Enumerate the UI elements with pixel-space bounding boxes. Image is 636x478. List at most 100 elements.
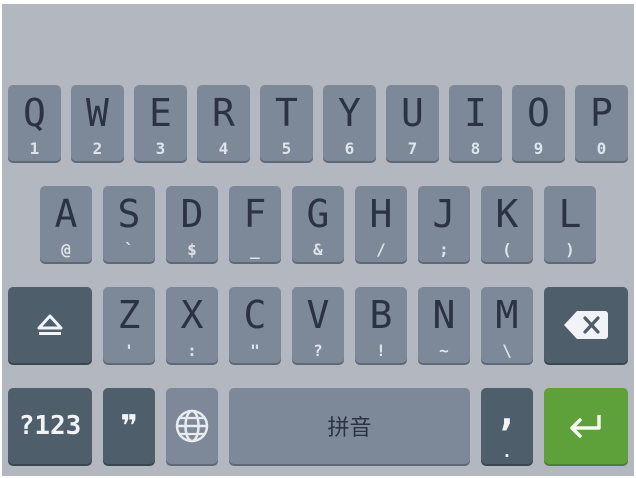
key-sub-label: 9 [533, 139, 544, 158]
key-r[interactable]: R 4 [197, 85, 250, 161]
key-main-label: R [212, 91, 235, 135]
symbols-key[interactable]: ?123 [8, 388, 92, 464]
key-main-label: E [149, 91, 172, 135]
key-main-label: D [180, 192, 204, 236]
quote-label: ❞ [120, 408, 138, 444]
key-main-label: K [495, 192, 519, 236]
key-y[interactable]: Y 6 [323, 85, 376, 161]
key-main-label: , [495, 390, 519, 434]
key-main-label: J [432, 192, 456, 236]
key-p[interactable]: P 0 [575, 85, 628, 161]
key-c[interactable]: C " [229, 287, 281, 363]
key-sub-label: $ [187, 240, 197, 259]
key-sub-label: 2 [92, 139, 103, 158]
key-sub-label: ( [502, 240, 512, 259]
key-sub-label: ' [124, 341, 134, 360]
key-sub-label: ! [376, 341, 386, 360]
key-main-label: H [369, 192, 393, 236]
key-sub-label: \ [502, 341, 512, 360]
key-d[interactable]: D $ [166, 186, 218, 262]
globe-icon-wrap [166, 388, 218, 464]
symbols-label: ?123 [18, 411, 82, 441]
key-o[interactable]: O 9 [512, 85, 565, 161]
enter-icon-wrap [544, 388, 628, 464]
space-label-wrap: 拼音 [229, 388, 470, 464]
key-main-label: Q [23, 91, 46, 135]
backspace-icon [564, 311, 608, 339]
key-main-label: W [86, 91, 109, 135]
key-sub-label: 5 [281, 139, 292, 158]
key-main-label: F [243, 192, 267, 236]
soft-keyboard: Q 1 W 2 E 3 R 4 T 5 Y 6 U 7 I 8 O 9 P 0 … [2, 4, 634, 476]
key-n[interactable]: N ~ [418, 287, 470, 363]
key-main-label: L [558, 192, 582, 236]
key-main-label: Z [117, 293, 141, 337]
key-i[interactable]: I 8 [449, 85, 502, 161]
key-main-label: S [117, 192, 141, 236]
key-f[interactable]: F _ [229, 186, 281, 262]
key-sub-label: ; [439, 240, 449, 259]
key-j[interactable]: J ; [418, 186, 470, 262]
key-sub-label: 6 [344, 139, 355, 158]
key-sub-label: 1 [29, 139, 40, 158]
shift-icon [37, 314, 63, 335]
language-key[interactable] [166, 388, 218, 464]
key-main-label: X [180, 293, 204, 337]
key-main-label: M [495, 293, 519, 337]
space-label: 拼音 [327, 416, 372, 441]
shift-icon-wrap [8, 287, 92, 363]
key-g[interactable]: G & [292, 186, 344, 262]
key-l[interactable]: L ) [544, 186, 596, 262]
key-main-label: Y [338, 91, 361, 135]
key-sub-label: 0 [596, 139, 607, 158]
key-sub-label: @ [61, 240, 71, 259]
key-sub-label: 7 [407, 139, 418, 158]
enter-key[interactable] [544, 388, 628, 464]
quote-label-wrap: ❞ [103, 388, 155, 464]
key-sub-label: & [313, 240, 323, 259]
backspace-key[interactable] [544, 287, 628, 363]
key-sub-label: / [376, 240, 386, 259]
key-e[interactable]: E 3 [134, 85, 187, 161]
key-z[interactable]: Z ' [103, 287, 155, 363]
key-main-label: V [306, 293, 330, 337]
key-sub-label: 3 [155, 139, 166, 158]
key-t[interactable]: T 5 [260, 85, 313, 161]
key-main-label: A [54, 192, 78, 236]
space-key[interactable]: 拼音 [229, 388, 470, 464]
shift-key[interactable] [8, 287, 92, 363]
key-main-label: N [432, 293, 456, 337]
key-main-label: C [243, 293, 267, 337]
key-v[interactable]: V ? [292, 287, 344, 363]
key-main-label: U [401, 91, 424, 135]
key-h[interactable]: H / [355, 186, 407, 262]
key-main-label: B [369, 293, 393, 337]
key-sub-label: 4 [218, 139, 229, 158]
enter-icon [570, 415, 601, 438]
key-sub-label: ) [565, 240, 575, 259]
comma-key[interactable]: , . [481, 388, 533, 464]
key-sub-label: . [502, 442, 512, 461]
key-main-label: P [590, 91, 613, 135]
globe-icon [175, 409, 209, 443]
key-k[interactable]: K ( [481, 186, 533, 262]
quote-key[interactable]: ❞ [103, 388, 155, 464]
key-sub-label: : [187, 341, 197, 360]
key-sub-label: ? [313, 341, 323, 360]
key-w[interactable]: W 2 [71, 85, 124, 161]
key-sub-label: _ [250, 240, 260, 259]
key-main-label: G [306, 192, 330, 236]
backspace-icon-wrap [544, 287, 628, 363]
key-main-label: O [527, 91, 550, 135]
key-u[interactable]: U 7 [386, 85, 439, 161]
key-sub-label: ~ [439, 341, 449, 360]
key-q[interactable]: Q 1 [8, 85, 61, 161]
key-main-label: T [275, 91, 298, 135]
key-a[interactable]: A @ [40, 186, 92, 262]
key-b[interactable]: B ! [355, 287, 407, 363]
key-sub-label: 8 [470, 139, 481, 158]
key-m[interactable]: M \ [481, 287, 533, 363]
key-x[interactable]: X : [166, 287, 218, 363]
key-main-label: I [464, 91, 487, 135]
key-s[interactable]: S ` [103, 186, 155, 262]
